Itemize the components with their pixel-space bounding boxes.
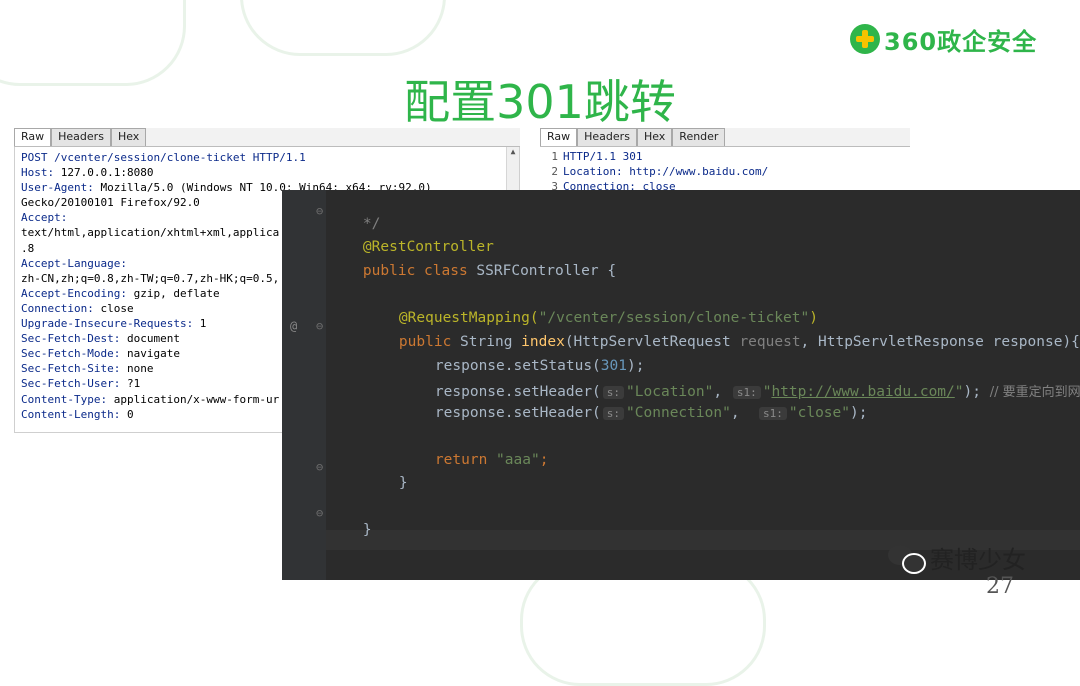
wechat-icon bbox=[888, 543, 926, 574]
line-number: 1 bbox=[551, 150, 558, 163]
tab-raw[interactable]: Raw bbox=[14, 128, 52, 146]
set-header-call: response.setHeader( bbox=[434, 405, 601, 421]
scroll-up-arrow-icon[interactable]: ▲ bbox=[507, 147, 519, 156]
tab-raw[interactable]: Raw bbox=[540, 128, 578, 146]
code-line: public class SSRFController { bbox=[328, 247, 616, 295]
brand-logo-text: 360政企安全 bbox=[884, 27, 1038, 56]
header-value: Gecko/20100101 Firefox/92.0 bbox=[21, 196, 200, 210]
header-value: gzip, deflate bbox=[126, 286, 220, 300]
redirect-comment: // 要重定向到网 bbox=[989, 385, 1080, 400]
request-tabs: Raw Headers Hex bbox=[14, 128, 520, 147]
header-value: .8 bbox=[21, 241, 35, 255]
header-name: Sec-Fetch-Mode: bbox=[21, 347, 121, 361]
header-name: Sec-Fetch-User: bbox=[21, 377, 121, 391]
header-value: 127.0.0.1:8080 bbox=[54, 166, 154, 180]
header-name: Content-Type: bbox=[21, 392, 108, 406]
return-keyword: return bbox=[434, 452, 488, 468]
code-line: } bbox=[328, 506, 372, 554]
fold-marker-icon[interactable]: ⊖ bbox=[316, 319, 323, 333]
header-value: none bbox=[120, 362, 154, 376]
semicolon: ; bbox=[539, 452, 549, 468]
fold-marker-icon[interactable]: ⊖ bbox=[316, 460, 323, 474]
param-request: request bbox=[739, 334, 801, 350]
header-name: Sec-Fetch-Site: bbox=[21, 362, 121, 376]
page-number: 27 bbox=[986, 574, 1014, 599]
method-params: ){ bbox=[1062, 334, 1080, 350]
header-value: close bbox=[93, 301, 134, 315]
class-keyword: public class bbox=[362, 263, 468, 279]
tab-render[interactable]: Render bbox=[672, 128, 726, 146]
header-name: POST /vcenter/session/clone-ticket HTTP/… bbox=[21, 151, 306, 164]
response-text: HTTP/1.1 301 bbox=[563, 150, 643, 163]
header-value: zh-CN,zh;q=0.8,zh-TW;q=0.7,zh-HK;q=0.5, bbox=[21, 271, 280, 285]
header-value: document bbox=[120, 332, 180, 346]
tab-headers[interactable]: Headers bbox=[51, 128, 111, 146]
return-value: "aaa" bbox=[496, 452, 540, 468]
wechat-watermark: 赛博少女 bbox=[888, 540, 1026, 575]
request-line: POST /vcenter/session/clone-ticket HTTP/… bbox=[21, 150, 513, 165]
brace-open: { bbox=[607, 263, 617, 279]
connection-string: "Connection" bbox=[626, 405, 731, 421]
header-name: Content-Length: bbox=[21, 407, 121, 421]
code-editor[interactable]: ⊖ @ ⊖ ⊖ ⊖ */ @RestController public clas… bbox=[282, 190, 1080, 580]
header-value: ?1 bbox=[120, 377, 141, 391]
response-text: Location: http://www.baidu.com/ bbox=[563, 165, 769, 179]
param-hint: s1: bbox=[759, 407, 787, 420]
statement-end: ); bbox=[850, 405, 868, 421]
method-params: , HttpServletResponse bbox=[800, 334, 993, 350]
comma: , bbox=[730, 405, 740, 421]
plus-logo-icon bbox=[850, 24, 880, 54]
method-brace-close: } bbox=[398, 475, 408, 491]
close-string: "close" bbox=[788, 405, 850, 421]
response-lines: 1 HTTP/1.1 301 2 Location: http://www.baidu… bbox=[540, 147, 910, 196]
slide-title: 配置301跳转 bbox=[404, 75, 676, 129]
header-name: Sec-Fetch-Dest: bbox=[21, 332, 121, 346]
line-number: 2 bbox=[551, 165, 558, 179]
class-brace-close: } bbox=[362, 522, 372, 538]
header-name: Accept: bbox=[21, 211, 68, 225]
url-quote: " bbox=[954, 384, 964, 400]
statement-end: ); bbox=[963, 384, 981, 400]
param-hint: s: bbox=[602, 407, 625, 420]
header-name: Upgrade-Insecure-Requests: bbox=[21, 317, 194, 331]
header-name: Host: bbox=[21, 166, 55, 180]
fold-marker-icon[interactable]: ⊖ bbox=[316, 506, 323, 520]
header-name: Connection: bbox=[21, 301, 94, 315]
header-name: Accept-Language: bbox=[21, 256, 127, 270]
tab-hex[interactable]: Hex bbox=[636, 128, 673, 146]
response-panel: Raw Headers Hex Render 1 HTTP/1.1 301 2 Loc… bbox=[540, 128, 910, 198]
header-value: navigate bbox=[120, 347, 180, 361]
editor-gutter bbox=[282, 190, 326, 580]
class-name: SSRFController bbox=[476, 263, 599, 279]
request-line: Host: 127.0.0.1:8080 bbox=[21, 165, 513, 180]
tab-headers[interactable]: Headers bbox=[577, 128, 637, 146]
header-value: application/x-www-form-ur bbox=[107, 392, 280, 406]
param-response: response bbox=[992, 334, 1063, 350]
code-line: response.setHeader(s: "Connection", s1: "c… bbox=[328, 389, 868, 437]
wechat-account-name: 赛博少女 bbox=[930, 546, 1026, 574]
code-line: } bbox=[328, 459, 408, 507]
header-value: 1 bbox=[193, 317, 207, 331]
header-name: Accept-Encoding: bbox=[21, 286, 127, 300]
fold-marker-icon[interactable]: ⊖ bbox=[316, 204, 323, 218]
response-tabs: Raw Headers Hex Render bbox=[540, 128, 910, 147]
gutter-annotation-icon: @ bbox=[290, 319, 298, 333]
response-line: 2 Location: http://www.baidu.com/ bbox=[544, 164, 906, 179]
header-name: User-Agent: bbox=[21, 181, 94, 195]
brand-logo: 360政企安全 bbox=[850, 22, 1037, 56]
tab-hex[interactable]: Hex bbox=[110, 128, 147, 146]
background-decoration bbox=[240, 0, 446, 56]
header-value: 0 bbox=[120, 407, 134, 421]
response-line: 1 HTTP/1.1 301 bbox=[544, 149, 906, 164]
header-value: text/html,application/xhtml+xml,applica bbox=[21, 226, 280, 240]
